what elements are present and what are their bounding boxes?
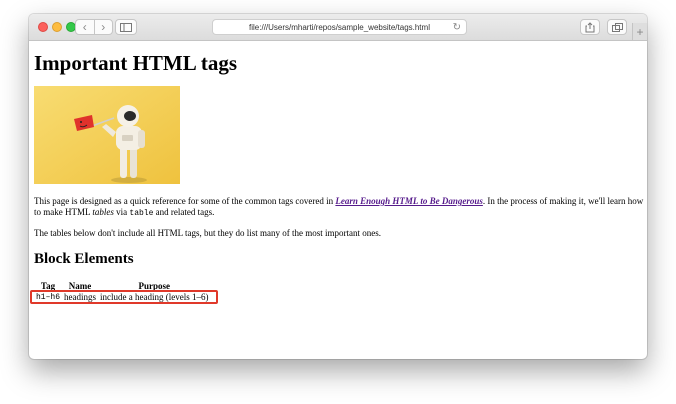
share-icon (585, 21, 595, 32)
via-text: via (113, 207, 130, 217)
highlight-box (30, 290, 218, 304)
table-code: table (129, 209, 154, 218)
minimize-window-button[interactable] (52, 22, 62, 32)
chevron-left-icon: ‹ (82, 20, 87, 34)
tables-emphasis: tables (92, 207, 114, 217)
new-tab-button[interactable]: + (632, 23, 647, 40)
nav-buttons: ‹ › (75, 19, 113, 35)
page-content: Important HTML tags This page is designe… (29, 41, 647, 359)
back-button[interactable]: ‹ (76, 20, 94, 34)
section-heading: Block Elements (34, 251, 134, 267)
intro-paragraph: This page is designed as a quick referen… (34, 196, 646, 219)
hero-image (34, 86, 180, 184)
plus-icon: + (636, 24, 644, 39)
tabs-icon (611, 22, 623, 32)
note-paragraph: The tables below don't include all HTML … (34, 228, 381, 238)
share-button[interactable] (580, 19, 600, 35)
page-title: Important HTML tags (34, 51, 238, 75)
sidebar-icon (120, 22, 132, 32)
title-bar: ‹ › file:///Users/mharti/repos/sample_we… (29, 14, 647, 41)
intro-end-text: and related tags. (153, 207, 215, 217)
close-window-button[interactable] (38, 22, 48, 32)
browser-window: ‹ › file:///Users/mharti/repos/sample_we… (29, 14, 647, 359)
learn-enough-link[interactable]: Learn Enough HTML to Be Dangerous (335, 196, 482, 206)
chevron-right-icon: › (101, 20, 106, 34)
reload-icon[interactable]: ↻ (453, 22, 461, 33)
forward-button[interactable]: › (93, 20, 113, 34)
sidebar-button[interactable] (115, 19, 137, 35)
url-text: file:///Users/mharti/repos/sample_websit… (249, 22, 430, 32)
address-bar[interactable]: file:///Users/mharti/repos/sample_websit… (212, 19, 467, 35)
astronaut-image (34, 86, 180, 184)
tabs-overview-button[interactable] (607, 19, 627, 35)
intro-text: This page is designed as a quick referen… (34, 196, 336, 206)
